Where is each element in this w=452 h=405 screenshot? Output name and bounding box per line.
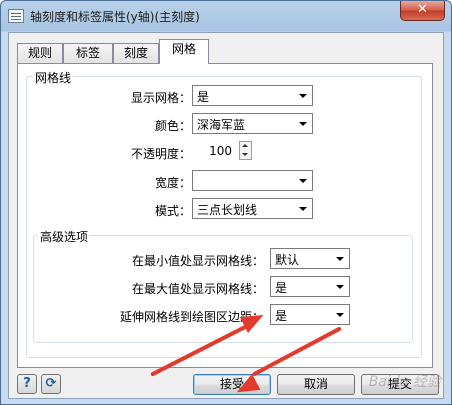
chevron-down-icon (299, 179, 307, 183)
dialog-window: 轴刻度和标签属性(y轴)(主刻度) ✕ 规则 标签 刻度 网格 网格线 显示网格… (0, 0, 452, 405)
tab-ticks[interactable]: 刻度 (113, 43, 159, 63)
chevron-down-icon (299, 94, 307, 98)
chevron-down-icon (336, 313, 344, 317)
dialog-body: 规则 标签 刻度 网格 网格线 显示网格： 是 颜色： 深海军蓝 不透明度： 1… (8, 32, 444, 399)
extend-to-edge-value: 是 (275, 309, 288, 323)
tab-rules[interactable]: 规则 (17, 43, 63, 63)
width-select[interactable] (192, 170, 313, 191)
watermark: Baidu 经验 (368, 374, 441, 390)
show-at-max-value: 是 (275, 281, 288, 295)
refresh-icon: ⟳ (45, 376, 57, 391)
help-button[interactable]: ? (17, 374, 37, 394)
style-label: 模式： (154, 204, 191, 218)
help-icon: ? (23, 376, 31, 391)
show-at-min-value: 默认 (275, 253, 300, 267)
show-grid-label: 显示网格： (130, 91, 191, 105)
opacity-label: 不透明度： (130, 147, 191, 161)
line-style-value: 三点长划线 (197, 203, 258, 217)
cancel-button[interactable]: 取消 (277, 374, 355, 395)
show-at-max-label: 在最大值处显示网格线： (131, 282, 264, 296)
grid-tab-panel: 网格线 显示网格： 是 颜色： 深海军蓝 不透明度： 100 宽度： 模式： 三… (17, 63, 433, 368)
extend-to-edge-select[interactable]: 是 (270, 304, 350, 325)
width-label: 宽度： (154, 176, 191, 190)
window-menu-icon[interactable] (8, 9, 24, 23)
tab-labels[interactable]: 标签 (63, 43, 113, 63)
advanced-options-group: 高级选项 在最小值处显示网格线： 默认 在最大值处显示网格线： 是 延伸网格线到… (33, 228, 413, 343)
advanced-options-title: 高级选项 (38, 228, 91, 245)
close-button[interactable]: ✕ (400, 1, 445, 21)
spin-arrows-icon[interactable] (239, 141, 252, 160)
tab-grid[interactable]: 网格 (159, 39, 209, 64)
show-grid-select[interactable]: 是 (192, 85, 313, 106)
opacity-spinner[interactable]: 100 (192, 141, 252, 162)
chevron-down-icon (299, 207, 307, 211)
refresh-button[interactable]: ⟳ (41, 374, 61, 394)
chevron-down-icon (299, 122, 307, 126)
show-at-max-select[interactable]: 是 (270, 276, 350, 297)
color-label: 颜色： (154, 119, 191, 133)
title-bar[interactable]: 轴刻度和标签属性(y轴)(主刻度) ✕ (1, 1, 451, 31)
show-at-min-select[interactable]: 默认 (270, 248, 350, 269)
show-at-min-label: 在最小值处显示网格线： (131, 254, 264, 268)
color-select[interactable]: 深海军蓝 (192, 113, 313, 134)
chevron-down-icon (336, 257, 344, 261)
grid-lines-group-title: 网格线 (33, 69, 74, 86)
line-style-select[interactable]: 三点长划线 (192, 198, 313, 219)
chevron-down-icon (336, 285, 344, 289)
window-title: 轴刻度和标签属性(y轴)(主刻度) (30, 10, 200, 24)
color-value: 深海军蓝 (197, 118, 246, 132)
grid-lines-group: 网格线 显示网格： 是 颜色： 深海军蓝 不透明度： 100 宽度： 模式： 三… (26, 69, 422, 358)
opacity-value: 100 (209, 144, 232, 158)
show-grid-value: 是 (197, 90, 210, 104)
